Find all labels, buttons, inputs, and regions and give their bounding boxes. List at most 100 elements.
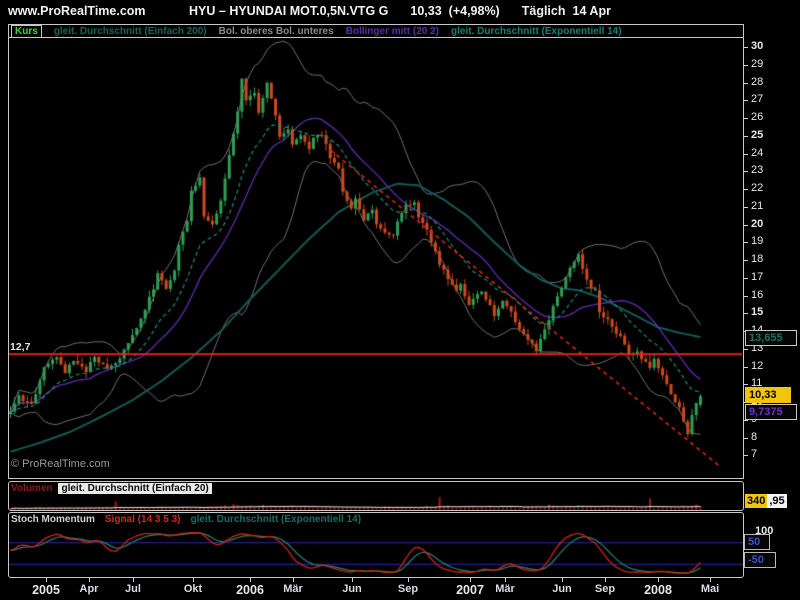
price-axis-tick: [743, 242, 748, 243]
date-axis-label: Sep: [398, 583, 418, 595]
date-axis-tick: [470, 578, 471, 582]
date-axis-tick: [605, 578, 606, 582]
date-axis-label: Mär: [283, 583, 303, 595]
price-axis-tick: [743, 278, 748, 279]
price-chart-canvas[interactable]: [9, 37, 742, 478]
price-axis-label: 15: [751, 306, 763, 318]
price-axis-tick: [743, 455, 748, 456]
price-legend-item-2[interactable]: Bol. oberes Bol. unteres: [219, 26, 334, 37]
date-axis-label: 2005: [32, 583, 60, 597]
price-axis-tick: [743, 207, 748, 208]
volume-canvas[interactable]: [9, 495, 743, 510]
date-axis-tick: [250, 578, 251, 582]
date-axis-tick: [658, 578, 659, 582]
date-axis-label: Okt: [184, 583, 202, 595]
price-axis-tick: [743, 47, 748, 48]
volume-legend-item-1[interactable]: gleit. Durchschnitt (Einfach 20): [58, 483, 211, 494]
price-axis-tick: [743, 189, 748, 190]
volume-pane: Volumen gleit. Durchschnitt (Einfach 20): [8, 481, 744, 511]
date-axis-tick: [133, 578, 134, 582]
date-axis-label: Jul: [125, 583, 141, 595]
price-axis-tick: [743, 313, 748, 314]
bollinger-mid-value-label: 9,7375: [745, 404, 797, 420]
stoch-pane: Stoch MomentumSignal (14 3 5 3)gleit. Du…: [8, 512, 744, 578]
price-axis-label: 21: [751, 200, 763, 212]
volume-legend-item-0[interactable]: Volumen: [11, 483, 52, 494]
hline-price-label: 12,7: [10, 341, 30, 353]
price-axis-tick: [743, 65, 748, 66]
price-axis-tick: [743, 100, 748, 101]
price-change: (+4,98%): [449, 4, 500, 18]
volume-value-main: 340: [745, 494, 767, 508]
price-axis-label: 27: [751, 93, 763, 105]
price-legend-item-3[interactable]: Bollinger mitt (20 2): [346, 26, 439, 37]
price-axis-label: 16: [751, 289, 763, 301]
instrument-name: HYU – HYUNDAI MOT.0,5N.VTG G: [189, 4, 388, 18]
date-axis-tick: [193, 578, 194, 582]
price-axis-label: 28: [751, 76, 763, 88]
right-label-rail: 3029282726252423222120191817161514131211…: [743, 0, 800, 600]
date-axis-tick: [408, 578, 409, 582]
price-legend-item-4[interactable]: gleit. Durchschnitt (Exponentiell 14): [451, 26, 622, 37]
volume-value-fraction: ,95: [767, 494, 786, 508]
price-axis-tick: [743, 367, 748, 368]
price-axis-label: 19: [751, 235, 763, 247]
price-axis-tick: [743, 136, 748, 137]
header-bar: www.ProRealTime.com HYU – HYUNDAI MOT.0,…: [0, 0, 800, 23]
stoch-level-50-box: 50: [744, 534, 770, 550]
price-axis-label: 23: [751, 164, 763, 176]
price-axis-tick: [743, 154, 748, 155]
date-axis-label: Jun: [552, 583, 572, 595]
price-axis-label: 26: [751, 111, 763, 123]
price-axis-tick: [743, 171, 748, 172]
price-axis-label: 12: [751, 360, 763, 372]
copyright-watermark: © ProRealTime.com: [11, 458, 110, 470]
last-price: 10,33: [410, 4, 441, 18]
date-axis-label: Apr: [80, 583, 99, 595]
price-legend-item-1[interactable]: gleit. Durchschnitt (Einfach 200): [54, 26, 207, 37]
price-axis-label: 20: [751, 218, 763, 230]
price-axis-label: 22: [751, 182, 763, 194]
volume-last-value-label: 340,95: [745, 495, 787, 507]
last-price-label: 10,33: [745, 387, 791, 403]
date-axis[interactable]: 2005 Apr Jul Okt 2006 Mär Jun Sep 2007 Mär Jun Sep 2…: [0, 578, 800, 600]
sma200-last-value-label: 13,655: [745, 330, 797, 346]
price-axis-label: 25: [751, 129, 763, 141]
price-axis-label: 29: [751, 58, 763, 70]
price-legend-item-0[interactable]: Kurs: [11, 25, 42, 38]
price-axis-tick: [743, 260, 748, 261]
price-axis-tick: [743, 349, 748, 350]
price-axis-label: 30: [751, 40, 763, 52]
price-axis-label: 7: [751, 448, 757, 460]
date-axis-label: Mai: [701, 583, 719, 595]
date-axis-tick: [293, 578, 294, 582]
date-axis-label: Mär: [495, 583, 515, 595]
date-axis-tick: [562, 578, 563, 582]
date-axis-tick: [46, 578, 47, 582]
price-axis-label: 18: [751, 253, 763, 265]
price-axis-tick: [743, 384, 748, 385]
session-date: 14 Apr: [573, 4, 611, 18]
stoch-level-minus50-box: -50: [744, 552, 776, 568]
date-axis-tick: [352, 578, 353, 582]
date-axis-label: Sep: [595, 583, 615, 595]
timeframe-label: Täglich: [522, 4, 566, 18]
price-axis-tick: [743, 438, 748, 439]
date-axis-tick: [505, 578, 506, 582]
price-axis-label: 8: [751, 431, 757, 443]
price-axis-label: 17: [751, 271, 763, 283]
price-axis-tick: [743, 225, 748, 226]
price-axis-tick: [743, 118, 748, 119]
price-axis-tick: [743, 296, 748, 297]
volume-legend-bar: Volumen gleit. Durchschnitt (Einfach 20): [11, 483, 212, 494]
chart-title: HYU – HYUNDAI MOT.0,5N.VTG G 10,33 (+4,9…: [120, 4, 680, 18]
date-axis-label: 2006: [236, 583, 264, 597]
price-axis-tick: [743, 420, 748, 421]
date-axis-label: 2008: [644, 583, 672, 597]
date-axis-label: Jun: [342, 583, 362, 595]
date-axis-label: 2007: [456, 583, 484, 597]
price-legend-bar: Kurs gleit. Durchschnitt (Einfach 200) Bol…: [8, 24, 744, 38]
price-pane: 12,7 © ProRealTime.com: [8, 37, 744, 479]
stoch-canvas[interactable]: [9, 513, 743, 577]
price-axis-label: 24: [751, 147, 763, 159]
